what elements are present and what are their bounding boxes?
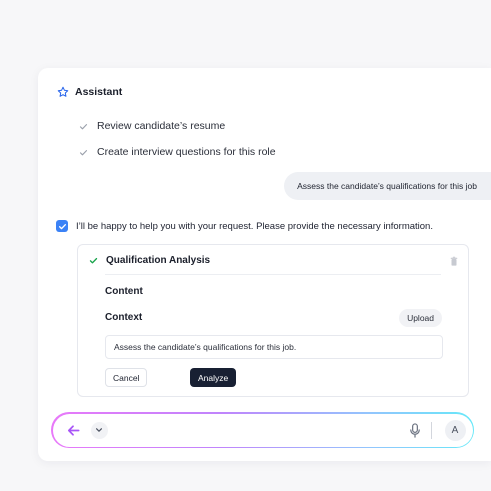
user-message-bubble: Assess the candidate’s qualifications fo… <box>284 172 491 200</box>
assistant-reply: I’ll be happy to help you with your requ… <box>56 219 433 233</box>
composer-input-area[interactable]: A <box>52 413 473 447</box>
star-icon <box>57 86 69 97</box>
qualification-analysis-panel: Qualification Analysis Content Context U… <box>77 244 469 397</box>
panel-title: Qualification Analysis <box>106 255 211 266</box>
back-arrow-icon[interactable] <box>66 423 81 438</box>
trash-icon[interactable] <box>449 256 459 267</box>
content-label: Content <box>105 286 143 297</box>
panel-header: Qualification Analysis <box>89 255 210 266</box>
context-input[interactable]: Assess the candidate’s qualifications fo… <box>105 335 443 359</box>
chevron-down-icon[interactable] <box>90 421 108 439</box>
divider <box>430 421 432 439</box>
checkmark-icon <box>79 149 88 155</box>
cancel-button[interactable]: Cancel <box>105 368 148 387</box>
message-composer: A <box>51 412 474 448</box>
task-item: Review candidate’s resume <box>79 119 225 133</box>
task-item: Create interview questions for this role <box>79 145 276 159</box>
task-label: Review candidate’s resume <box>97 120 226 132</box>
assistant-card: Assistant Review candidate’s resume Crea… <box>38 68 491 461</box>
checkmark-icon <box>79 123 88 129</box>
assistant-reply-text: I’ll be happy to help you with your requ… <box>76 220 433 232</box>
upload-button[interactable]: Upload <box>399 309 442 327</box>
checkbox-checked-icon[interactable] <box>56 220 68 232</box>
user-message-text: Assess the candidate’s qualifications fo… <box>297 181 477 191</box>
assistant-title: Assistant <box>75 86 123 98</box>
microphone-icon[interactable] <box>409 422 421 438</box>
analyze-button[interactable]: Analyze <box>190 368 237 387</box>
divider <box>105 274 441 275</box>
avatar[interactable]: A <box>444 419 466 441</box>
context-label: Context <box>105 312 143 323</box>
assistant-header: Assistant <box>57 85 122 99</box>
checkmark-icon <box>89 257 98 264</box>
task-label: Create interview questions for this role <box>97 146 276 158</box>
